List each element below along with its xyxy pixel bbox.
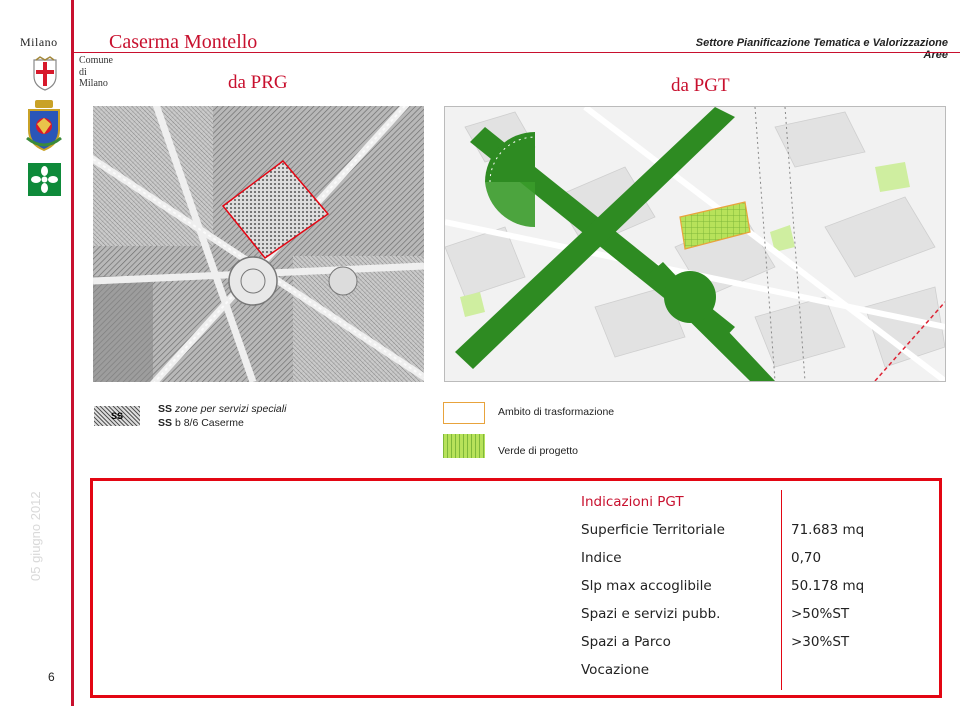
legend-verde: Verde di progetto xyxy=(498,445,578,457)
pgt-label-slp: Slp max accoglibile xyxy=(581,578,712,594)
pgt-label-spazi-parco: Spazi a Parco xyxy=(581,634,671,650)
pgt-label-vocazione: Vocazione xyxy=(581,662,650,678)
pgt-map xyxy=(444,104,947,384)
pgt-value-superficie: 71.683 mq xyxy=(791,522,865,538)
header-rule xyxy=(74,52,960,53)
ss-swatch: SS xyxy=(94,406,140,426)
legend-ss-text-1: zone per servizi speciali xyxy=(174,403,287,415)
pgt-value-spazi-parco: >30%ST xyxy=(791,634,850,650)
ss-swatch-label: SS xyxy=(110,411,123,421)
comune-shield-icon xyxy=(28,56,62,92)
verde-swatch xyxy=(443,434,485,458)
subtitle-prg: da PRG xyxy=(228,72,288,93)
legend: SS SS zone per servizi speciali SS b 8/6… xyxy=(90,398,650,468)
comune-line2: di Milano xyxy=(79,67,108,89)
page-number: 6 xyxy=(48,670,55,684)
pgt-label-superficie: Superficie Territoriale xyxy=(581,522,725,538)
sidebar-divider xyxy=(71,0,74,706)
date-label: 05 giugno 2012 xyxy=(28,491,43,581)
sidebar: Milano Comune di Milano xyxy=(0,0,113,706)
legend-ss-text-2: b 8/6 Caserme xyxy=(174,417,244,429)
legend-ss-code-2: SS xyxy=(158,417,173,429)
indicazioni-column-divider xyxy=(781,490,782,690)
legend-ss-line1: SS zone per servizi speciali xyxy=(158,403,286,415)
legend-ss-code-1: SS xyxy=(158,403,173,415)
indicazioni-heading: Indicazioni PGT xyxy=(581,494,684,510)
page-title: Caserma Montello xyxy=(109,31,258,53)
pgt-label-spazi-servizi: Spazi e servizi pubb. xyxy=(581,606,721,622)
prg-map xyxy=(71,83,455,409)
legend-ss-line2: SS b 8/6 Caserme xyxy=(158,417,244,429)
lombardia-logo-icon xyxy=(28,163,61,196)
settore-label: Settore Pianificazione Tematica e Valori… xyxy=(695,37,948,61)
milano-wordmark: Milano xyxy=(20,35,58,49)
ambito-swatch xyxy=(443,402,485,424)
subtitle-pgt: da PGT xyxy=(671,75,730,96)
pgt-value-slp: 50.178 mq xyxy=(791,578,865,594)
pgt-label-indice: Indice xyxy=(581,550,622,566)
legend-ambito: Ambito di trasformazione xyxy=(498,406,615,418)
comune-line1: Comune xyxy=(79,55,113,66)
carabinieri-crest-icon xyxy=(25,98,63,154)
pgt-value-spazi-servizi: >50%ST xyxy=(791,606,850,622)
pgt-value-indice: 0,70 xyxy=(791,550,822,566)
